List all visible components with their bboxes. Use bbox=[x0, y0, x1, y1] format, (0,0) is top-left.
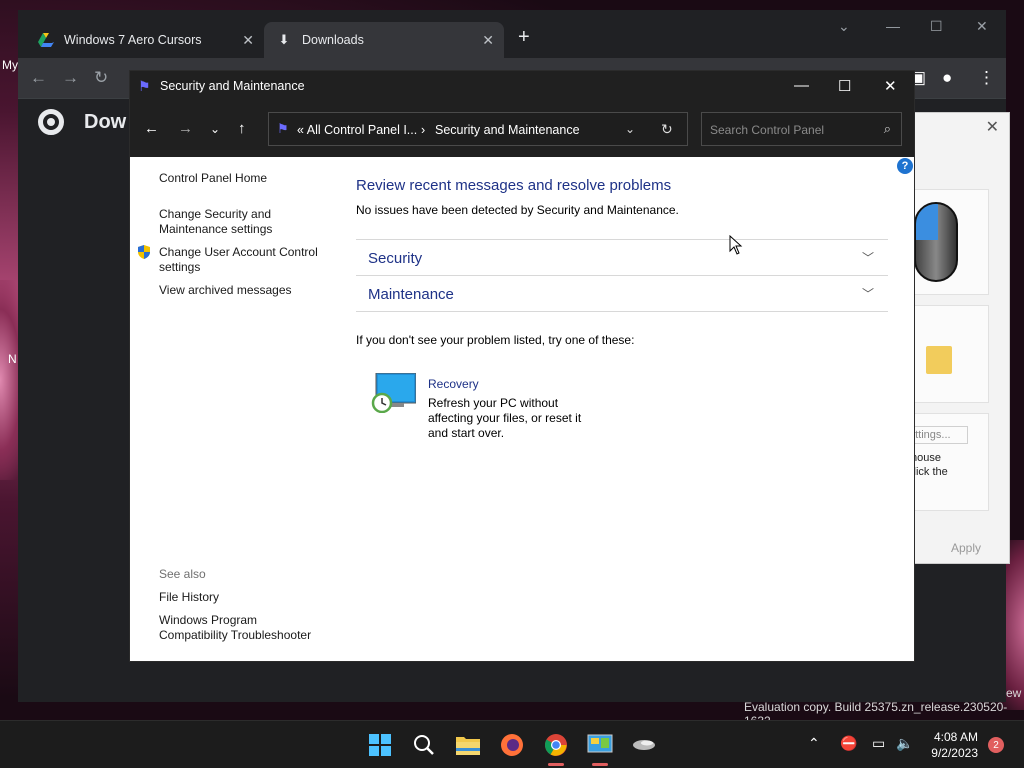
firefox-icon[interactable] bbox=[498, 731, 526, 759]
reload-icon[interactable]: ↻ bbox=[94, 68, 108, 88]
control-panel-home-link[interactable]: Control Panel Home bbox=[159, 171, 329, 186]
chevron-down-icon[interactable]: ⌄ bbox=[625, 122, 635, 136]
chevron-down-icon[interactable]: ﹀ bbox=[862, 285, 874, 302]
taskbar: ⌃ ⛔ ▭ 🔈 4:08 AM 9/2/2023 2 bbox=[0, 720, 1024, 768]
try-these-label: If you don't see your problem listed, tr… bbox=[356, 333, 635, 347]
title-bar: ⚑ Security and Maintenance — ☐ ✕ bbox=[130, 71, 914, 103]
recovery-description: Refresh your PC without affecting your f… bbox=[428, 396, 582, 440]
maintenance-section[interactable]: Maintenance ﹀ bbox=[356, 275, 888, 311]
clock[interactable]: 4:08 AM 9/2/2023 bbox=[922, 729, 978, 761]
breadcrumb-all-control-panel[interactable]: « All Control Panel I... bbox=[297, 123, 417, 137]
volume-icon[interactable]: 🔈 bbox=[896, 735, 913, 752]
close-icon[interactable]: ✕ bbox=[884, 77, 897, 95]
section-title: Maintenance bbox=[368, 286, 454, 303]
mouse-icon bbox=[914, 202, 958, 282]
uac-shield-icon bbox=[138, 245, 150, 259]
file-explorer-icon[interactable] bbox=[454, 731, 482, 759]
breadcrumb-current[interactable]: Security and Maintenance bbox=[435, 123, 580, 137]
desktop-label-my: My bbox=[2, 58, 18, 72]
watermark-edge-text: ew bbox=[1006, 686, 1022, 700]
navigation-bar: ← → ⌄ ↑ ⚑ « All Control Panel I... › Sec… bbox=[130, 103, 914, 157]
search-icon[interactable] bbox=[410, 731, 438, 759]
chrome-tab-strip: Windows 7 Aero Cursors ✕ ⬇ Downloads ✕ +… bbox=[18, 10, 1006, 60]
change-security-settings-link[interactable]: Change Security and Maintenance settings bbox=[159, 207, 329, 237]
breadcrumb-separator: › bbox=[421, 123, 426, 137]
search-box[interactable]: Search Control Panel ⌕ bbox=[701, 112, 902, 146]
tab-title: Downloads bbox=[302, 33, 364, 47]
breadcrumb-parent-label: All Control Panel I... bbox=[306, 123, 418, 137]
new-tab-icon[interactable]: + bbox=[518, 26, 530, 49]
recovery-link[interactable]: Recovery bbox=[428, 377, 479, 391]
tab-downloads[interactable]: ⬇ Downloads ✕ bbox=[264, 22, 504, 58]
close-tab-icon[interactable]: ✕ bbox=[482, 32, 494, 49]
mouse-icon[interactable] bbox=[630, 731, 658, 759]
compatibility-troubleshooter-link[interactable]: Windows Program Compatibility Troublesho… bbox=[159, 613, 324, 643]
click-lock-panel: ettings... mouse click the bbox=[906, 413, 989, 511]
time: 4:08 AM bbox=[933, 730, 978, 744]
see-also-label: See also bbox=[159, 567, 206, 581]
mouse-pointer-icon bbox=[729, 235, 743, 255]
file-history-link[interactable]: File History bbox=[159, 590, 329, 605]
refresh-icon[interactable]: ↻ bbox=[661, 121, 673, 138]
download-icon: ⬇ bbox=[278, 32, 290, 47]
left-navigation: Control Panel Home Change Security and M… bbox=[130, 157, 340, 661]
control-panel-window: ⚑ Security and Maintenance — ☐ ✕ ← → ⌄ ↑… bbox=[129, 70, 915, 662]
start-icon[interactable] bbox=[366, 731, 394, 759]
recent-locations-chevron-icon[interactable]: ⌄ bbox=[210, 122, 220, 136]
minimize-icon[interactable]: — bbox=[794, 77, 809, 94]
close-icon[interactable]: ✕ bbox=[986, 117, 999, 137]
up-icon[interactable]: ↑ bbox=[238, 120, 246, 137]
network-disconnected-icon[interactable]: ⛔ bbox=[840, 735, 857, 752]
apply-button[interactable]: Apply bbox=[931, 537, 1001, 559]
help-icon[interactable]: ? bbox=[897, 158, 913, 174]
security-flag-icon: ⚑ bbox=[138, 78, 151, 94]
security-section[interactable]: Security ﹀ bbox=[356, 239, 888, 275]
status-message: No issues have been detected by Security… bbox=[356, 203, 679, 217]
chrome-logo-icon bbox=[38, 109, 64, 135]
folder-icon[interactable] bbox=[926, 346, 952, 374]
chevron-down-icon[interactable]: ﹀ bbox=[862, 249, 874, 266]
menu-icon[interactable]: ⋮ bbox=[978, 68, 995, 88]
tab-title: Windows 7 Aero Cursors bbox=[64, 33, 202, 47]
date: 9/2/2023 bbox=[931, 746, 978, 760]
google-drive-icon bbox=[38, 32, 54, 48]
change-uac-settings-link[interactable]: Change User Account Control settings bbox=[159, 245, 329, 275]
notification-badge[interactable]: 2 bbox=[988, 737, 1004, 753]
downloads-title: Dow bbox=[84, 110, 127, 133]
chrome-icon[interactable] bbox=[542, 731, 570, 766]
downloads-header: Dow bbox=[38, 109, 126, 135]
window-title: Security and Maintenance bbox=[160, 79, 305, 93]
mouse-properties-dialog: ✕ ettings... mouse click the Apply bbox=[900, 112, 1010, 564]
view-archived-messages-link[interactable]: View archived messages bbox=[159, 283, 329, 298]
maximize-icon[interactable]: ☐ bbox=[838, 77, 851, 95]
search-placeholder: Search Control Panel bbox=[710, 123, 825, 137]
show-hidden-icons-chevron-icon[interactable]: ⌃ bbox=[808, 735, 820, 752]
back-icon[interactable]: ← bbox=[30, 68, 47, 88]
chevron-down-icon[interactable]: ⌄ bbox=[838, 18, 850, 35]
control-panel-icon[interactable] bbox=[586, 731, 614, 766]
settings-button[interactable]: ettings... bbox=[906, 426, 968, 444]
forward-icon[interactable]: → bbox=[62, 68, 79, 88]
section-title: Security bbox=[368, 250, 423, 267]
recovery-icon bbox=[371, 373, 416, 413]
page-title: Review recent messages and resolve probl… bbox=[356, 177, 672, 194]
display-icon[interactable]: ▭ bbox=[872, 735, 885, 752]
desktop-label-n: N bbox=[8, 352, 17, 366]
address-bar[interactable]: ⚑ « All Control Panel I... › Security an… bbox=[268, 112, 688, 146]
minimize-icon[interactable]: — bbox=[886, 18, 900, 34]
close-tab-icon[interactable]: ✕ bbox=[242, 32, 254, 49]
mouse-preview-panel bbox=[907, 189, 989, 295]
search-icon[interactable]: ⌕ bbox=[884, 121, 891, 137]
folder-test-panel bbox=[907, 305, 989, 403]
security-flag-icon: ⚑ bbox=[277, 121, 289, 136]
tab-windows-7-aero-cursors[interactable]: Windows 7 Aero Cursors ✕ bbox=[26, 22, 264, 58]
close-window-icon[interactable]: ✕ bbox=[976, 18, 988, 35]
section-divider bbox=[356, 311, 888, 312]
forward-icon[interactable]: → bbox=[178, 120, 193, 137]
profile-icon[interactable]: ● bbox=[942, 68, 952, 88]
back-icon[interactable]: ← bbox=[144, 120, 159, 137]
maximize-icon[interactable]: ☐ bbox=[930, 18, 943, 35]
